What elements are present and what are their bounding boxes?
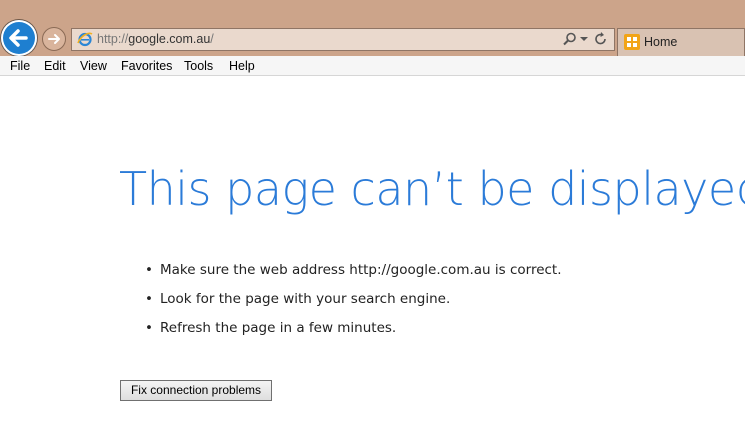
tab-home[interactable]: Home [617, 28, 745, 56]
menu-file[interactable]: File [10, 59, 30, 73]
troubleshooting-tips: • Make sure the web address http://googl… [145, 259, 562, 346]
menu-bar: File Edit View Favorites Tools Help [0, 56, 745, 76]
menu-tools[interactable]: Tools [184, 59, 213, 73]
menu-help[interactable]: Help [229, 59, 255, 73]
chevron-down-icon[interactable] [580, 37, 588, 43]
back-button[interactable] [1, 20, 37, 56]
url-host: google.com.au [128, 32, 211, 46]
list-item: • Look for the page with your search eng… [145, 288, 562, 317]
forward-arrow-icon [48, 34, 60, 44]
refresh-icon[interactable] [594, 32, 608, 46]
tab-label: Home [644, 35, 678, 49]
bullet: • [145, 262, 153, 278]
error-title: This page can’t be displayed [119, 162, 745, 216]
list-item: • Make sure the web address http://googl… [145, 259, 562, 288]
forward-button[interactable] [42, 27, 66, 51]
address-bar[interactable]: http://google.com.au/ [71, 28, 615, 51]
menu-favorites[interactable]: Favorites [121, 59, 172, 73]
search-icon[interactable] [563, 32, 577, 46]
favicon-icon [624, 34, 640, 50]
tip-text: Look for the page with your search engin… [160, 291, 451, 307]
bullet: • [145, 320, 153, 336]
tip-text: Refresh the page in a few minutes. [160, 320, 397, 336]
bullet: • [145, 291, 153, 307]
url-path: / [210, 32, 214, 46]
back-arrow-icon [9, 29, 28, 47]
ie-logo-icon [77, 32, 93, 47]
browser-chrome: http://google.com.au/ Home [0, 0, 745, 56]
list-item: • Refresh the page in a few minutes. [145, 317, 562, 346]
url-protocol: http:// [97, 32, 129, 46]
fix-connection-button[interactable]: Fix connection problems [120, 380, 272, 401]
menu-view[interactable]: View [80, 59, 107, 73]
menu-edit[interactable]: Edit [44, 59, 66, 73]
tip-text: Make sure the web address http://google.… [160, 262, 562, 278]
address-url[interactable]: http://google.com.au/ [97, 32, 214, 46]
